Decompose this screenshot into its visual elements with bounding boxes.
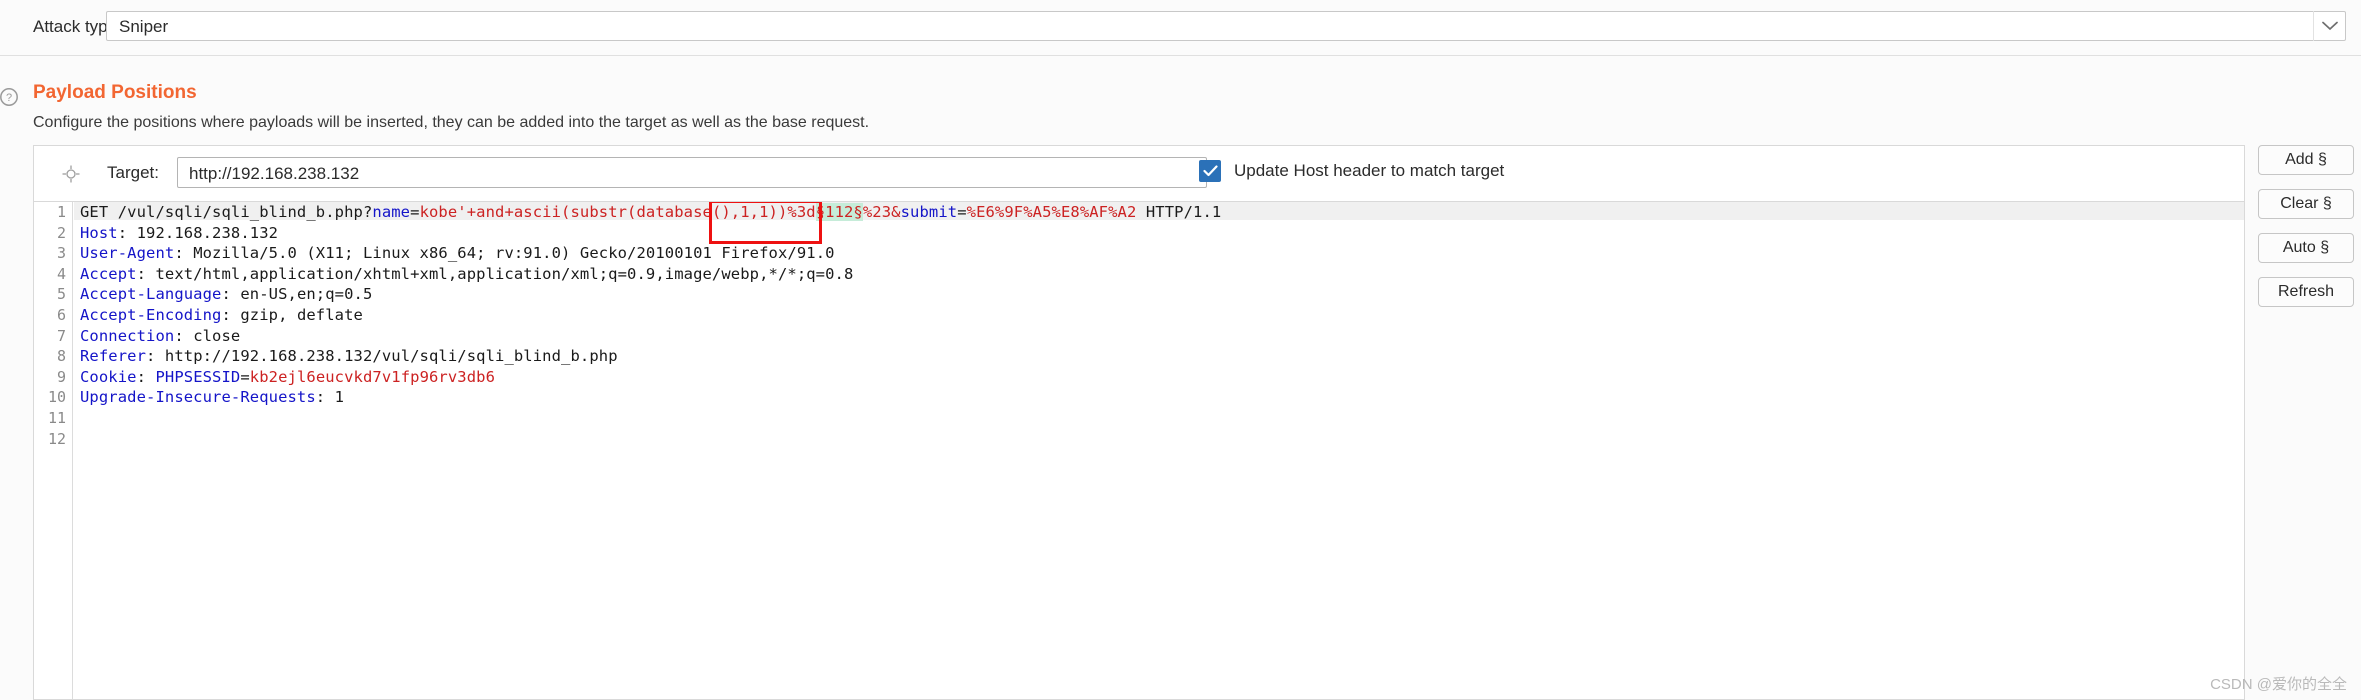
request-line: Cookie: PHPSESSID=kb2ejl6eucvkd7v1fp96rv… — [80, 367, 496, 386]
request-line: Host: 192.168.238.132 — [80, 223, 279, 242]
svg-text:?: ? — [6, 92, 12, 104]
request-editor[interactable]: 1 2 3 4 5 6 7 8 9 10 11 12 GET /vul/sqli/sqli_blind… — [34, 202, 2244, 699]
refresh-button[interactable]: Refresh — [2258, 277, 2354, 307]
positions-panel: Target: http://192.168.238.132 Update Ho… — [33, 145, 2245, 700]
positions-action-buttons: Add § Clear § Auto § Refresh — [2258, 145, 2354, 321]
attack-type-bar: Attack type: Sniper — [0, 0, 2361, 55]
add-payload-position-button[interactable]: Add § — [2258, 145, 2354, 175]
update-host-header-label: Update Host header to match target — [1234, 161, 1505, 180]
line-number: 12 — [47, 429, 66, 448]
checkbox-checked-icon[interactable] — [1199, 160, 1221, 182]
line-number: 2 — [56, 223, 66, 242]
target-row: Target: http://192.168.238.132 Update Ho… — [34, 146, 2244, 202]
page-title: Payload Positions — [33, 82, 197, 103]
target-url-value: http://192.168.238.132 — [189, 164, 360, 183]
target-label: Target: — [107, 163, 159, 182]
target-url-input[interactable]: http://192.168.238.132 — [177, 157, 1207, 188]
line-number: 9 — [56, 367, 66, 386]
request-line: Upgrade-Insecure-Requests: 1 — [80, 388, 345, 407]
line-number: 3 — [56, 244, 66, 263]
update-host-header-checkbox[interactable]: Update Host header to match target — [1199, 160, 1504, 182]
line-number: 6 — [56, 306, 66, 324]
attack-type-dropdown[interactable]: Sniper — [106, 11, 2346, 41]
line-number: 4 — [56, 264, 66, 283]
request-line: GET /vul/sqli/sqli_blind_b.php?name=kobe… — [80, 203, 1222, 221]
line-number: 1 — [56, 203, 66, 221]
chevron-down-icon[interactable] — [2313, 11, 2345, 41]
section-divider — [0, 55, 2361, 56]
request-line: Accept: text/html,application/xhtml+xml,… — [80, 264, 854, 283]
help-circle-icon[interactable]: ? — [0, 85, 24, 109]
intruder-positions-screen: Attack type: Sniper ? Payload Positions … — [0, 0, 2361, 700]
line-number: 7 — [56, 326, 66, 345]
attack-type-value: Sniper — [119, 17, 169, 36]
request-line: Accept-Encoding: gzip, deflate — [80, 306, 363, 324]
line-number-gutter: 1 2 3 4 5 6 7 8 9 10 11 12 — [34, 202, 73, 699]
request-code[interactable]: GET /vul/sqli/sqli_blind_b.php?name=kobe… — [74, 202, 2244, 699]
section-description: Configure the positions where payloads w… — [33, 114, 870, 131]
line-number: 10 — [47, 388, 66, 407]
request-line: Referer: http://192.168.238.132/vul/sqli… — [80, 347, 618, 366]
auto-payload-positions-button[interactable]: Auto § — [2258, 233, 2354, 263]
clear-payload-positions-button[interactable]: Clear § — [2258, 189, 2354, 219]
crosshair-icon — [62, 165, 80, 183]
request-line: Connection: close — [80, 326, 241, 345]
watermark: CSDN @爱你的全全 — [2210, 676, 2347, 693]
line-number: 11 — [47, 409, 66, 427]
request-line: User-Agent: Mozilla/5.0 (X11; Linux x86_… — [80, 244, 835, 263]
line-number: 5 — [56, 285, 66, 304]
request-line: Accept-Language: en-US,en;q=0.5 — [80, 285, 373, 304]
payload-position-marker: §112§ — [815, 203, 863, 221]
line-number: 8 — [56, 347, 66, 366]
